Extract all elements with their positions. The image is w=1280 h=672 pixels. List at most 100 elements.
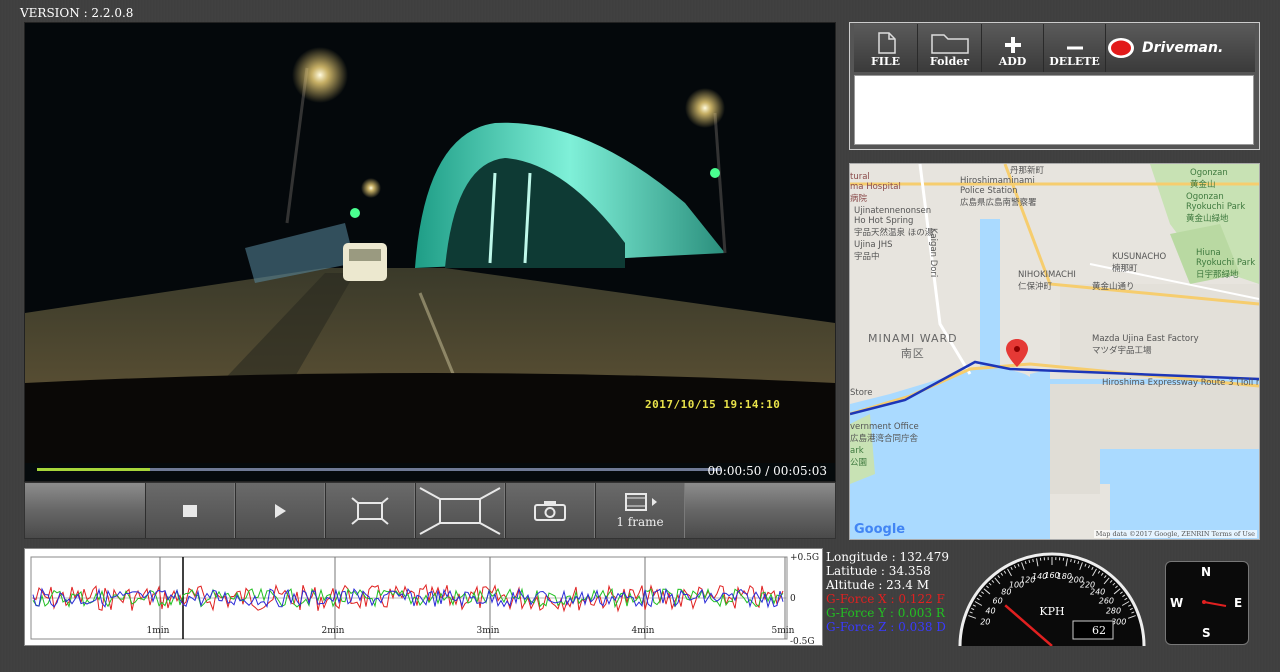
camera-icon (534, 500, 566, 521)
speedometer-tick-label: 280 (1106, 607, 1121, 616)
file-toolbar: FILE Folder ADD DELETE Driveman. (854, 24, 1255, 72)
file-button[interactable]: FILE (854, 24, 918, 72)
gforce-z-readout: G-Force Z : 0.038 D (826, 620, 946, 634)
time-readout: 00:00:50 / 00:05:03 (707, 464, 827, 478)
map-label-police-text: Hiroshimaminami Police Station 広島県広島南警察署 (960, 176, 1037, 208)
fullscreen-icon (419, 486, 501, 535)
map-label-minami-ward-text: MINAMI WARD 南区 (868, 332, 958, 360)
brand-name: Driveman. (1142, 40, 1224, 56)
map-label-store: Store (850, 388, 872, 398)
fit-screen-button[interactable] (325, 483, 415, 538)
map-label-hiuna: Hiuna Ryokuchi Park 日宇那緑地 (1196, 248, 1255, 280)
map-label-govt-text: vernment Office 広島港湾合同庁舎 (850, 422, 919, 444)
map-label-ogonzan-text: Ogonzan 黄金山 (1190, 168, 1228, 190)
file-panel: FILE Folder ADD DELETE Driveman. (849, 22, 1260, 150)
map-label-onsen: Ujinatennenonsen Ho Hot Spring 宇品天然温泉 ほの… (854, 206, 933, 238)
fullscreen-button[interactable] (415, 483, 505, 538)
map-label-expressway-text: Hiroshima Expressway Route 3 (Toll ro (1102, 378, 1260, 388)
map-label-nihokimachi: NIHOKIMACHI 仁保沖町 (1018, 270, 1076, 292)
gforce-x-tick: 2min (322, 626, 345, 636)
plus-icon (1004, 37, 1021, 53)
gforce-x-tick: 1min (147, 626, 170, 636)
map-label-park-text: ark 公園 (850, 446, 868, 468)
gforce-x-tick: 5min (772, 626, 795, 636)
play-icon (275, 503, 286, 518)
file-list[interactable] (854, 75, 1254, 145)
map-label-onsen-text: Ujinatennenonsen Ho Hot Spring 宇品天然温泉 ほの… (854, 206, 934, 238)
speedometer-dial (960, 554, 1144, 646)
gforce-y-tick: 0 (790, 594, 796, 604)
seek-bar[interactable] (37, 468, 721, 471)
map-label-kusunacho-text: KUSUNACHO 楠那町 (1112, 252, 1167, 274)
minus-icon (1066, 46, 1083, 50)
map-label-ogonzan: Ogonzan 黄金山 (1190, 168, 1228, 190)
file-button-label: FILE (870, 55, 901, 68)
playback-controls: 1 frame (24, 482, 836, 539)
speedometer-tick (1070, 559, 1072, 563)
frame-step-button[interactable]: 1 frame (595, 483, 685, 538)
map-label-mazda: Mazda Ujina East Factory マツダ宇品工場 (1092, 334, 1199, 356)
map-label-ogonzan-dori-text: 黄金山通り (1092, 282, 1135, 292)
latitude-readout: Latitude : 34.358 (826, 564, 931, 578)
altitude-readout: Altitude : 23.4 M (826, 578, 929, 592)
speedometer-tick (1032, 559, 1034, 563)
speed-readout: 62 (1092, 624, 1106, 637)
play-button[interactable] (235, 483, 325, 538)
fit-screen-icon (351, 496, 389, 525)
speedometer-tick-label: 260 (1099, 596, 1114, 605)
gforce-y-tick: +0.5G (790, 553, 819, 563)
map-label-mazda-text: Mazda Ujina East Factory マツダ宇品工場 (1092, 334, 1199, 356)
video-timestamp: 2017/10/15 19:14:10 (645, 398, 781, 411)
google-logo: Google (854, 522, 905, 537)
map-label-govt: vernment Office 広島港湾合同庁舎 (850, 422, 919, 444)
gforce-graph[interactable]: 1min 2min 3min 4min 5min +0.5G 0 -0.5G (24, 548, 823, 647)
telemetry-info: Longitude : 132.479 Latitude : 34.358 Al… (826, 550, 949, 634)
map-label-hiuna-text: Hiuna Ryokuchi Park 日宇那緑地 (1196, 248, 1256, 280)
speedometer-tick-label: 240 (1090, 588, 1105, 597)
map-label-hospital: tural ma Hospital 病院 (850, 172, 901, 204)
map-label-minami-ward: MINAMI WARD 南区 (868, 332, 958, 361)
file-icon (877, 32, 896, 54)
map-label-tanbashin: 丹那新町 (1010, 164, 1044, 176)
map-attribution[interactable]: Map data ©2017 Google, ZENRIN Terms of U… (1093, 530, 1257, 538)
delete-button[interactable]: DELETE (1044, 24, 1106, 72)
gforce-x-tick: 3min (477, 626, 500, 636)
speedometer-tick-label: 40 (985, 607, 995, 616)
add-button[interactable]: ADD (982, 24, 1044, 72)
map-label-nihokimachi-text: NIHOKIMACHI 仁保沖町 (1018, 270, 1076, 292)
seek-bar-fill (37, 468, 150, 471)
brand-logo: Driveman. (1106, 24, 1255, 72)
map-label-tanbashin-text: 丹那新町 (1010, 166, 1045, 176)
map-view[interactable]: tural ma Hospital 病院 Hiroshimaminami Pol… (849, 163, 1260, 540)
folder-button-label: Folder (929, 55, 970, 68)
compass-needle-icon (1202, 600, 1227, 607)
snapshot-button[interactable] (505, 483, 595, 538)
speedometer: 2040608010012014016018020022024026028030… (958, 552, 1146, 646)
folder-button[interactable]: Folder (918, 24, 982, 72)
map-label-jhs-text: Ujina JHS 宇品中 (854, 240, 893, 262)
frame-step-label: 1 frame (616, 515, 664, 529)
map-label-expressway: Hiroshima Expressway Route 3 (Toll ro (1102, 378, 1260, 388)
stop-icon (183, 504, 197, 517)
video-player[interactable]: 2017/10/15 19:14:10 00:00:50 / 00:05:03 (24, 22, 836, 482)
speedometer-unit: KPH (1039, 605, 1064, 618)
add-button-label: ADD (998, 55, 1027, 68)
map-label-park: ark 公園 (850, 446, 867, 468)
video-frame (25, 23, 835, 463)
compass: N S E W (1165, 561, 1249, 645)
gforce-graph-canvas: 1min 2min 3min 4min 5min +0.5G 0 -0.5G (30, 553, 819, 647)
map-label-kusunacho: KUSUNACHO 楠那町 (1112, 252, 1166, 274)
map-label-ogonzan-dori: 黄金山通り (1092, 280, 1135, 292)
longitude-readout: Longitude : 132.479 (826, 550, 950, 564)
map-label-police: Hiroshimaminami Police Station 広島県広島南警察署 (960, 176, 1037, 208)
gforce-y-tick: -0.5G (790, 637, 815, 645)
map-label-kaigan-text: Kaigan Dori (928, 228, 938, 278)
gforce-x-tick: 4min (632, 626, 655, 636)
map-label-store-text: Store (850, 388, 873, 398)
delete-button-label: DELETE (1049, 55, 1100, 68)
map-label-ogonzan-park-text: Ogonzan Ryokuchi Park 黄金山緑地 (1186, 192, 1246, 224)
gforce-y-readout: G-Force Y : 0.003 R (826, 606, 945, 620)
stop-button[interactable] (145, 483, 235, 538)
google-logo-text: Google (854, 522, 906, 537)
brand-emblem-icon (1108, 38, 1134, 58)
